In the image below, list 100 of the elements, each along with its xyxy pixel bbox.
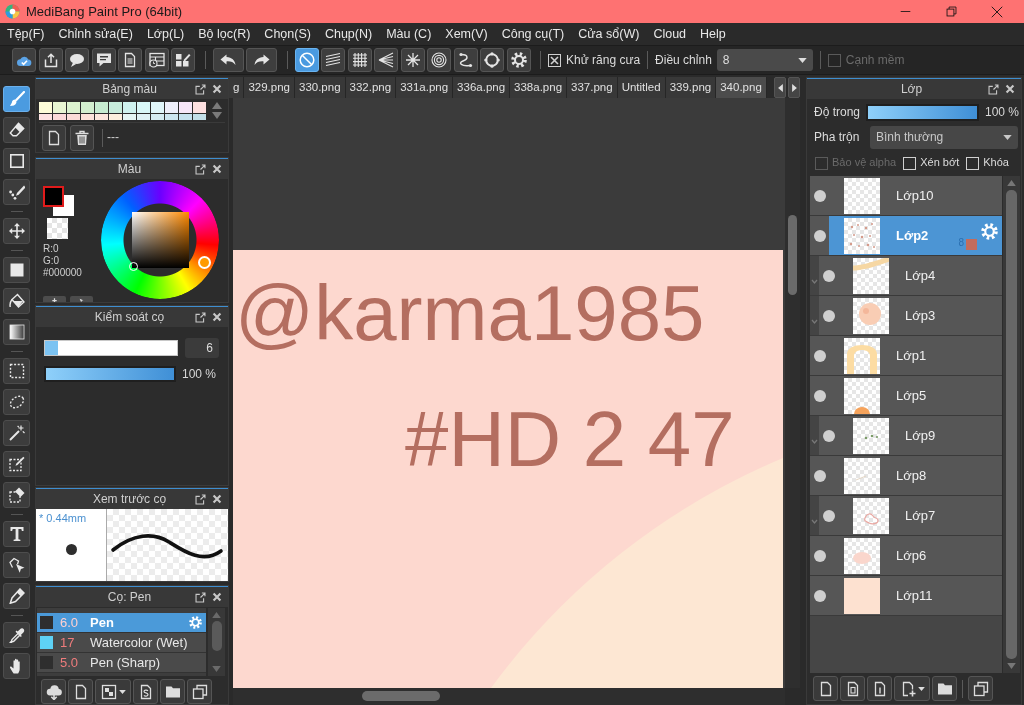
menu-item[interactable]: Chụp(N)	[317, 26, 380, 42]
menu-item[interactable]: Công cụ(T)	[494, 26, 572, 42]
scrollbar[interactable]	[208, 608, 225, 676]
file-tab[interactable]: 330.png	[295, 77, 346, 98]
tool-button[interactable]	[3, 653, 30, 679]
panel-button[interactable]	[41, 679, 66, 704]
color-swatch-icon[interactable]	[39, 114, 52, 120]
color-swatch-icon[interactable]	[123, 114, 136, 120]
layer-row[interactable]: Lớp8	[810, 456, 1002, 496]
panel-button[interactable]	[68, 679, 93, 704]
menu-item[interactable]: Bộ lọc(R)	[191, 26, 258, 42]
scrollbar-thumb[interactable]	[1006, 190, 1017, 659]
scrollbar-thumb[interactable]	[788, 215, 797, 295]
visibility-dot-icon[interactable]	[822, 429, 835, 442]
popout-icon[interactable]	[195, 83, 206, 95]
visibility-dot-icon[interactable]	[822, 269, 835, 282]
file-tab[interactable]: g	[229, 77, 245, 98]
close-icon[interactable]	[1005, 84, 1015, 94]
close-icon[interactable]	[212, 164, 222, 174]
tool-button[interactable]	[3, 451, 30, 477]
saturation-value-square[interactable]	[132, 212, 189, 268]
color-swatch-icon[interactable]	[193, 114, 206, 120]
tool-button[interactable]	[3, 257, 30, 283]
popout-icon[interactable]	[195, 493, 206, 505]
visibility-dot-icon[interactable]	[813, 349, 826, 362]
redo-button[interactable]	[246, 48, 277, 72]
ruler-mode-button[interactable]	[321, 48, 345, 72]
arrow-down-icon[interactable]	[212, 112, 222, 119]
color-swatch-icon[interactable]	[95, 102, 108, 113]
delete-palette-button[interactable]	[70, 124, 94, 151]
panel-button[interactable]	[95, 679, 131, 704]
brush-item[interactable]: 5.0 Pen (Sharp)	[37, 653, 206, 673]
color-swatch-icon[interactable]	[179, 102, 192, 113]
close-icon[interactable]	[212, 494, 222, 504]
tool-button[interactable]	[3, 358, 30, 384]
color-swatch-icon[interactable]	[137, 102, 150, 113]
tool-button[interactable]	[3, 148, 30, 174]
toolbar-button[interactable]	[144, 48, 169, 72]
file-tab[interactable]: 339.png	[665, 77, 717, 98]
menu-item[interactable]: Cloud	[646, 26, 694, 42]
menu-item[interactable]: Chọn(S)	[257, 26, 318, 42]
color-swatch-icon[interactable]	[95, 114, 108, 120]
foreground-swatch[interactable]	[43, 186, 64, 207]
panel-button[interactable]	[932, 676, 957, 701]
ruler-mode-button[interactable]	[453, 48, 478, 72]
tool-button[interactable]	[3, 552, 30, 578]
color-swatch-icon[interactable]	[137, 114, 150, 120]
visibility-dot-icon[interactable]	[813, 389, 826, 402]
panel-button[interactable]	[840, 676, 865, 701]
close-icon[interactable]	[212, 312, 222, 322]
transparent-swatch-icon[interactable]	[47, 218, 68, 239]
blend-mode-dropdown[interactable]: Bình thường	[870, 126, 1018, 149]
tool-button[interactable]	[3, 583, 30, 609]
color-swatch-icon[interactable]	[109, 114, 122, 120]
layer-row[interactable]: Lớp10	[810, 176, 1002, 216]
layer-row[interactable]: Lớp7	[810, 496, 1002, 536]
layer-row[interactable]: Lớp1	[810, 336, 1002, 376]
tab-scroll-button[interactable]	[774, 77, 786, 98]
adjust-dropdown[interactable]: 8	[716, 49, 813, 71]
ruler-mode-button[interactable]	[347, 48, 372, 72]
menu-item[interactable]: Tệp(F)	[0, 26, 52, 42]
toolbar-button[interactable]	[65, 48, 89, 72]
ruler-mode-button[interactable]	[427, 48, 451, 72]
visibility-dot-icon[interactable]	[822, 309, 835, 322]
popout-icon[interactable]	[195, 163, 206, 175]
panel-button[interactable]	[187, 679, 212, 704]
file-tab[interactable]: 329.png	[244, 77, 295, 98]
scrollbar[interactable]	[233, 688, 785, 705]
panel-button[interactable]	[867, 676, 892, 701]
file-tab[interactable]: 331a.png	[396, 77, 454, 98]
menu-item[interactable]: Cửa sổ(W)	[571, 26, 647, 42]
file-tab[interactable]: 336a.png	[453, 77, 511, 98]
file-tab[interactable]: Untitled	[617, 77, 666, 98]
settings-icon[interactable]	[981, 223, 998, 240]
arrow-up-icon[interactable]	[212, 102, 222, 109]
toolbar-button[interactable]	[12, 48, 36, 72]
color-swatch-icon[interactable]	[67, 114, 80, 120]
layer-row[interactable]: Lớp9	[810, 416, 1002, 456]
popout-icon[interactable]	[988, 83, 999, 95]
color-swatch-icon[interactable]	[165, 102, 178, 113]
file-tab[interactable]: 338a.png	[510, 77, 568, 98]
visibility-dot-icon[interactable]	[813, 469, 826, 482]
arrow-down-icon[interactable]	[1007, 663, 1016, 669]
visibility-dot-icon[interactable]	[813, 549, 826, 562]
toolbar-button[interactable]	[171, 48, 195, 72]
menu-item[interactable]: Help	[693, 26, 733, 42]
color-swatch-icon[interactable]	[81, 102, 94, 113]
color-swatch-icon[interactable]	[67, 102, 80, 113]
file-tab[interactable]: 332.png	[345, 77, 397, 98]
background-swatch[interactable]	[53, 195, 74, 216]
new-palette-button[interactable]	[42, 124, 66, 151]
visibility-dot-icon[interactable]	[813, 589, 826, 602]
toolbar-button[interactable]	[38, 48, 63, 72]
arrow-up-icon[interactable]	[1007, 180, 1016, 186]
scrollbar-thumb[interactable]	[362, 691, 440, 701]
tool-button[interactable]	[3, 420, 30, 446]
file-tab[interactable]: 340.png	[716, 77, 767, 98]
layer-row[interactable]: Lớp4	[810, 256, 1002, 296]
popout-icon[interactable]	[195, 591, 206, 603]
color-swatch-icon[interactable]	[165, 114, 178, 120]
